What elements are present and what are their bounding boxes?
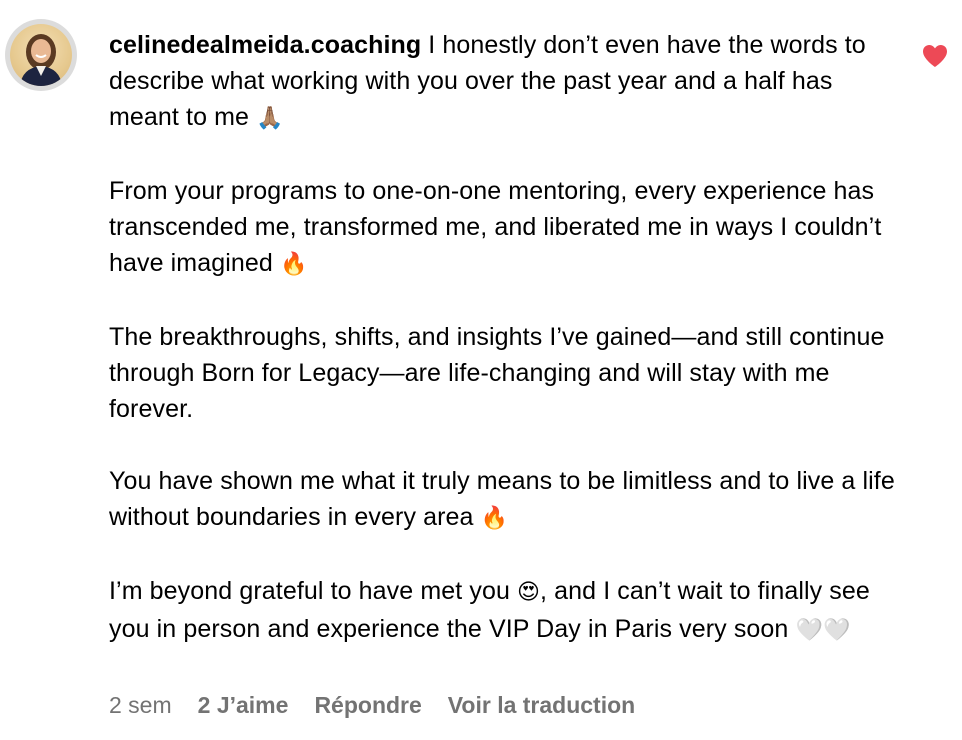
paragraph-text: The breakthroughs, shifts, and insights …	[109, 323, 885, 423]
avatar-image	[10, 24, 72, 86]
comment-paragraph-4: You have shown me what it truly means to…	[109, 463, 909, 537]
reply-button[interactable]: Répondre	[314, 690, 421, 720]
fire-emoji: 🔥	[480, 506, 509, 531]
comment-paragraph-1: celinedealmeida.coaching I honestly don’…	[109, 27, 909, 137]
fire-emoji: 🔥	[279, 252, 308, 277]
paragraph-text: I’m beyond grateful to have met you	[109, 577, 510, 605]
see-translation-button[interactable]: Voir la traduction	[448, 690, 635, 720]
likes-count-button[interactable]: 2 J’aime	[198, 690, 289, 720]
avatar[interactable]	[5, 19, 77, 91]
comment-body: celinedealmeida.coaching I honestly don’…	[109, 27, 909, 649]
folded-hands-emoji: 🙏🏽	[256, 106, 284, 131]
comment: celinedealmeida.coaching I honestly don’…	[0, 0, 962, 740]
comment-paragraph-2: From your programs to one-on-one mentori…	[109, 173, 909, 283]
paragraph-text: From your programs to one-on-one mentori…	[109, 177, 882, 277]
comment-paragraph-3: The breakthroughs, shifts, and insights …	[109, 319, 909, 427]
comment-actions: 2 sem 2 J’aime Répondre Voir la traducti…	[109, 690, 635, 720]
comment-username[interactable]: celinedealmeida.coaching	[109, 31, 421, 59]
comment-timestamp: 2 sem	[109, 692, 172, 718]
heart-eyes-emoji: 😍	[517, 580, 541, 605]
heart-icon[interactable]	[922, 44, 948, 68]
comment-paragraph-5: I’m beyond grateful to have met you 😍, a…	[109, 573, 909, 649]
white-hearts-emoji: 🤍🤍	[795, 618, 851, 643]
